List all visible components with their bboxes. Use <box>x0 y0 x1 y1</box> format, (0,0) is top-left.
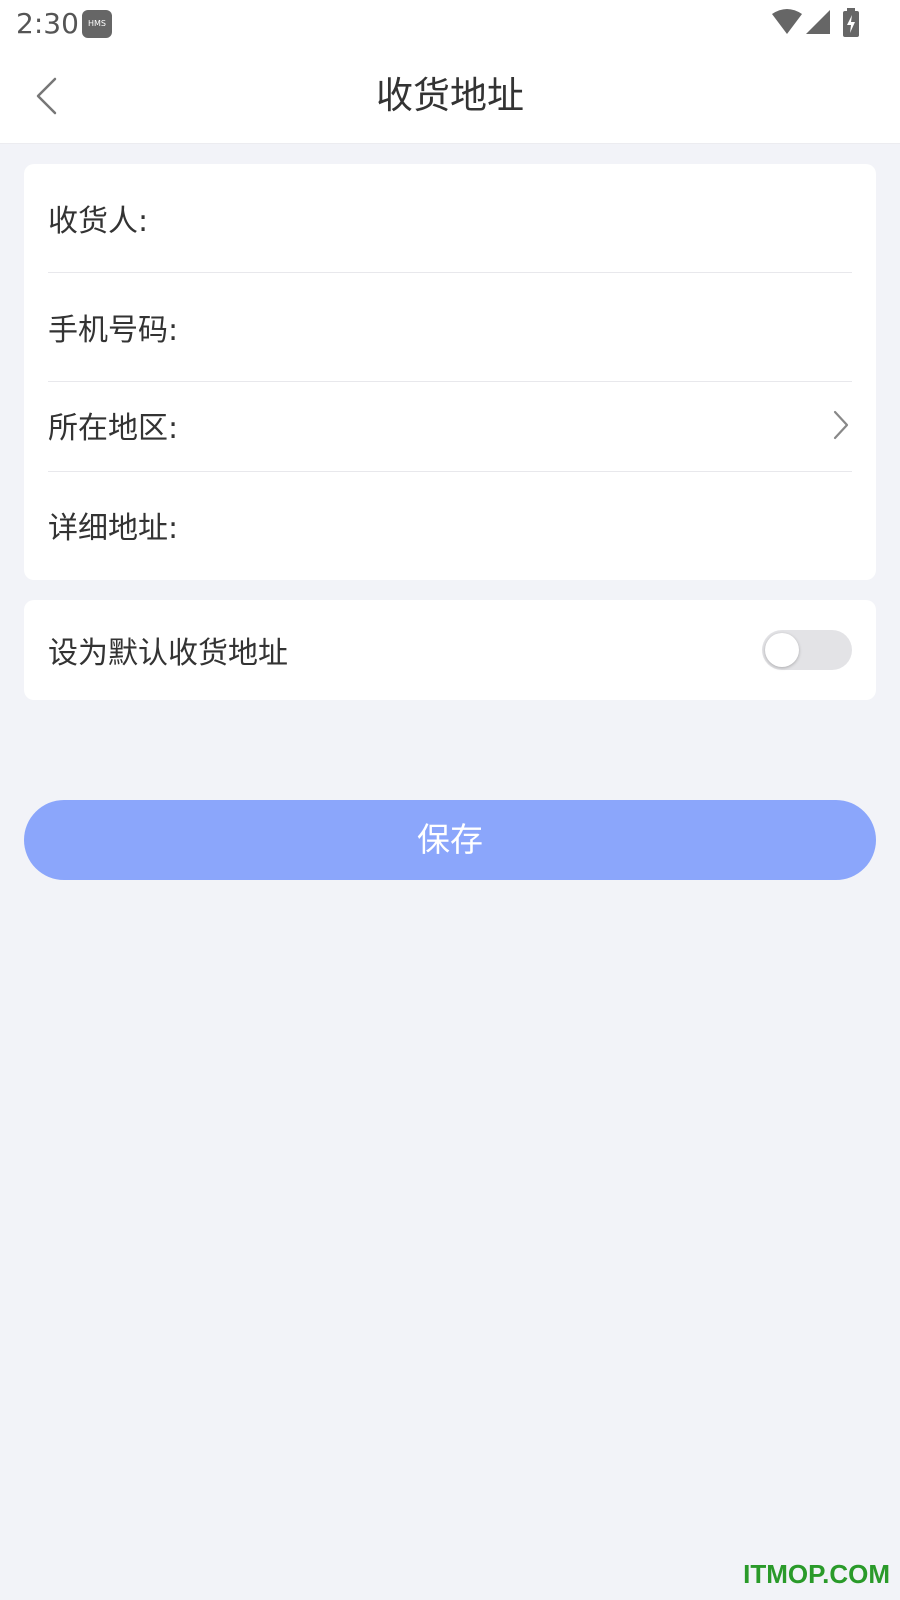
toggle-knob <box>765 633 799 667</box>
region-label: 所在地区: <box>48 411 179 446</box>
nav-bar: 收货地址 <box>0 48 900 144</box>
status-bar: 2:30 HMS <box>0 0 900 48</box>
address-form-card: 收货人: 手机号码: 所在地区: 详细地址: <box>24 164 876 580</box>
address-input[interactable] <box>186 504 852 546</box>
chevron-right-icon <box>830 407 852 443</box>
phone-label: 手机号码: <box>48 313 179 348</box>
default-address-toggle[interactable] <box>762 630 852 670</box>
default-address-row: 设为默认收货地址 <box>48 629 736 671</box>
region-value <box>186 405 830 445</box>
divider <box>48 272 852 273</box>
default-address-card: 设为默认收货地址 <box>24 600 876 700</box>
wifi-icon <box>772 9 802 34</box>
page-title: 收货地址 <box>376 74 524 117</box>
status-time: 2:30 <box>16 7 79 40</box>
recipient-input[interactable] <box>156 197 852 239</box>
address-row: 详细地址: <box>48 504 852 546</box>
recipient-label: 收货人: <box>48 204 149 239</box>
phone-row: 手机号码: <box>48 306 852 348</box>
signal-icon <box>806 10 830 34</box>
divider <box>48 471 852 472</box>
divider <box>48 381 852 382</box>
watermark-logo: ITMOP.COM <box>743 1559 890 1589</box>
address-label: 详细地址: <box>48 511 179 546</box>
battery-charging-icon <box>843 8 859 37</box>
region-row[interactable]: 所在地区: <box>48 404 852 446</box>
hms-badge: HMS <box>82 10 112 38</box>
phone-input[interactable] <box>186 306 852 348</box>
save-button[interactable]: 保存 <box>24 800 876 880</box>
default-address-label: 设为默认收货地址 <box>48 636 288 671</box>
recipient-row: 收货人: <box>48 197 852 239</box>
